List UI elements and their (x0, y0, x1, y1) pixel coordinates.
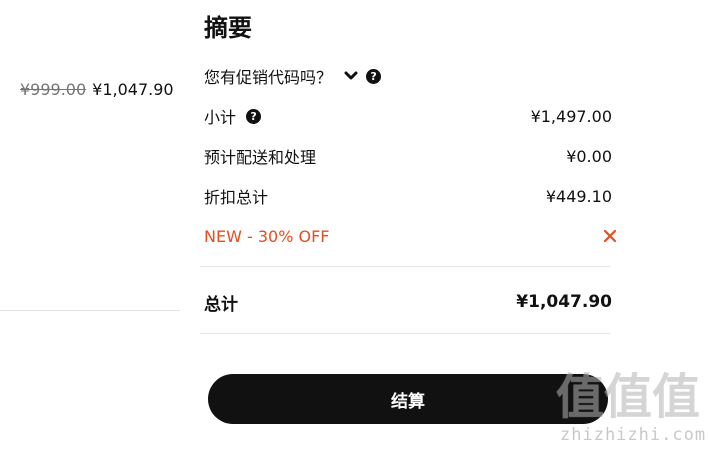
remove-promo-close-icon[interactable] (602, 228, 618, 244)
summary-title: 摘要 (204, 14, 252, 42)
watermark-site: zhizhizhi.com (560, 425, 707, 445)
discount-label: 折扣总计 (204, 188, 269, 207)
original-price: ¥999.00 (20, 80, 87, 99)
promo-code-applied: NEW - 30% OFF (204, 226, 330, 246)
chevron-down-icon[interactable] (344, 71, 358, 81)
sale-price: ¥1,047.90 (92, 80, 174, 99)
total-value: ¥1,047.90 (516, 292, 612, 312)
shipping-label: 预计配送和处理 (204, 148, 317, 167)
shipping-value: ¥0.00 (566, 146, 612, 166)
promo-code-toggle[interactable]: 您有促销代码吗？ ? (204, 65, 382, 87)
subtotal-help-icon[interactable]: ? (246, 108, 262, 124)
discount-value: ¥449.10 (545, 186, 612, 206)
summary-divider (200, 266, 610, 267)
subtotal-row: 小计 ? ¥1,497.00 (204, 104, 612, 128)
promo-applied-row: NEW - 30% OFF (204, 224, 617, 248)
watermark-logo: 值值值 (556, 373, 700, 421)
subtotal-value: ¥1,497.00 (530, 106, 612, 126)
total-divider (200, 333, 610, 334)
promo-help-icon[interactable]: ? (366, 68, 382, 84)
subtotal-label: 小计 (204, 108, 237, 127)
total-label: 总计 (204, 294, 238, 315)
discount-row: 折扣总计 ¥449.10 (204, 184, 612, 208)
checkout-button[interactable]: 结算 (208, 374, 608, 424)
item-price-line: ¥999.00 ¥1,047.90 (20, 80, 174, 99)
watermark-logo-text: 值值值 (556, 369, 701, 425)
total-row: 总计 ¥1,047.90 (204, 290, 612, 315)
shipping-row: 预计配送和处理 ¥0.00 (204, 144, 612, 168)
left-divider (0, 310, 180, 311)
promo-code-prompt: 您有促销代码吗？ (204, 68, 333, 87)
